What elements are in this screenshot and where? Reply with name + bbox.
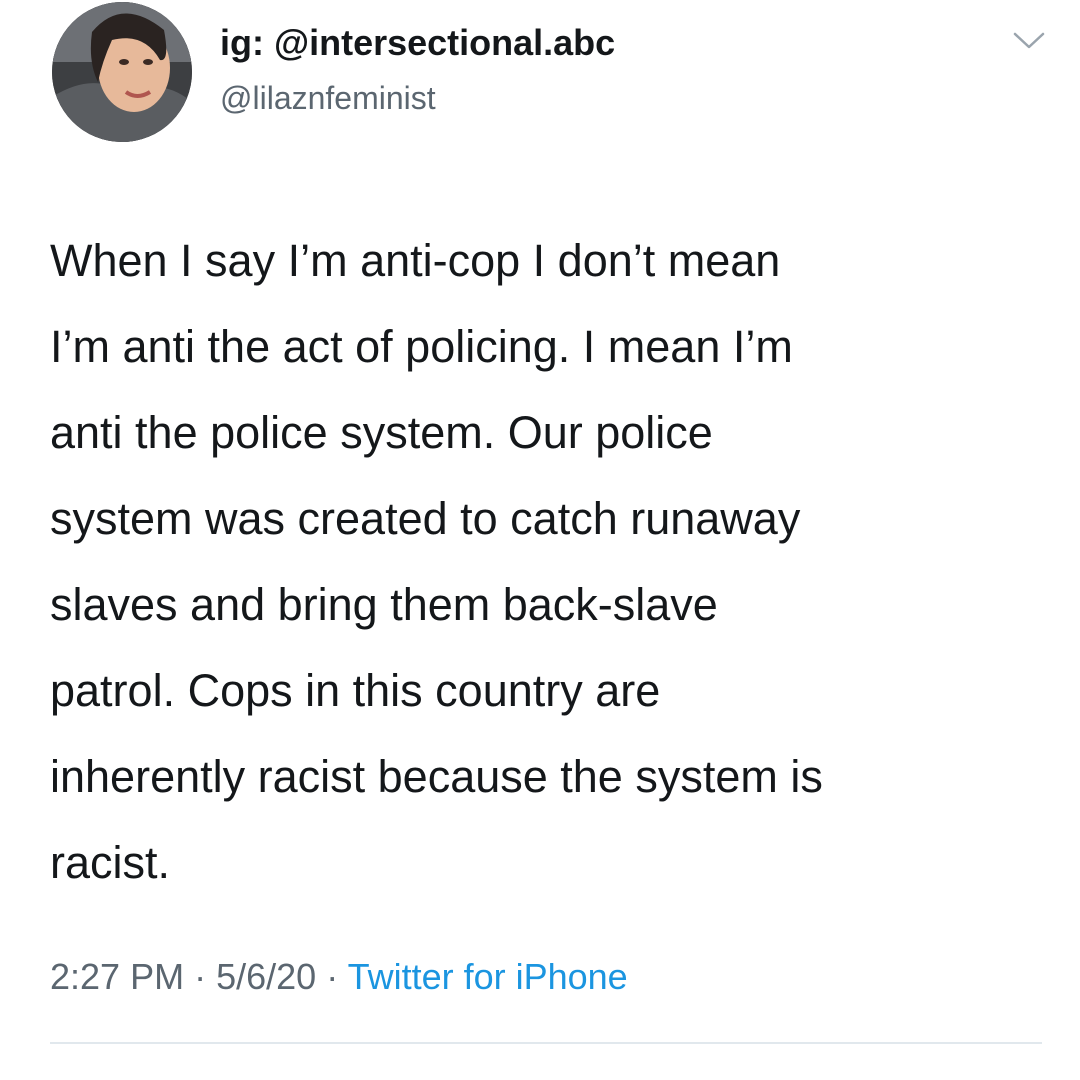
tweet-text-line: system was created to catch runaway [50, 493, 801, 544]
tweet-text: When I say I’m anti-cop I don’t mean I’m… [50, 218, 1050, 906]
meta-separator: · [326, 956, 339, 997]
avatar[interactable] [52, 2, 192, 142]
tweet-date[interactable]: 5/6/20 [216, 956, 316, 997]
tweet-source[interactable]: Twitter for iPhone [348, 956, 628, 997]
tweet-meta: 2:27 PM · 5/6/20 · Twitter for iPhone [50, 956, 628, 998]
tweet-text-line: slaves and bring them back-slave [50, 579, 718, 630]
tweet-time[interactable]: 2:27 PM [50, 956, 184, 997]
display-name[interactable]: ig: @intersectional.abc [220, 22, 615, 64]
tweet-text-line: racist. [50, 837, 171, 888]
tweet-text-line: inherently racist because the system is [50, 751, 823, 802]
chevron-down-icon[interactable] [1012, 30, 1046, 52]
tweet-text-line: anti the police system. Our police [50, 407, 713, 458]
tweet-text-line: patrol. Cops in this country are [50, 665, 661, 716]
user-handle[interactable]: @lilaznfeminist [220, 80, 436, 117]
meta-separator: · [194, 956, 207, 997]
tweet-text-line: I’m anti the act of policing. I mean I’m [50, 321, 793, 372]
divider [50, 1042, 1042, 1044]
avatar-image [52, 2, 192, 142]
tweet-card: ig: @intersectional.abc @lilaznfeminist … [0, 0, 1080, 1080]
tweet-text-line: When I say I’m anti-cop I don’t mean [50, 235, 781, 286]
